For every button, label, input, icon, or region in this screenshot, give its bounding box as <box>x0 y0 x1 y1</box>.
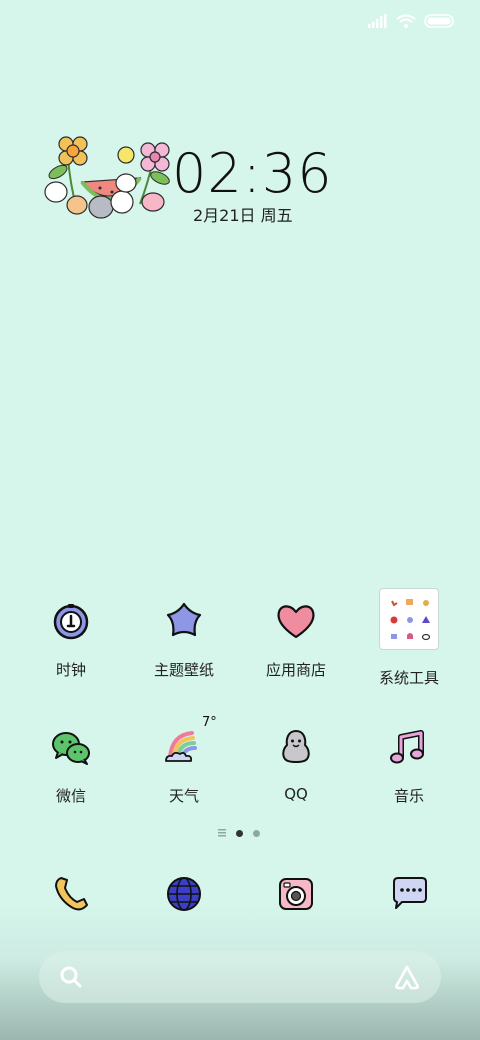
status-bar <box>368 10 454 32</box>
browser-globe-icon <box>167 877 201 911</box>
app-weather[interactable]: 7° 天气 <box>129 715 239 806</box>
app-label: 主题壁纸 <box>153 661 214 679</box>
app-system-tools-folder[interactable]: 系统工具 <box>354 588 464 688</box>
heart-icon <box>277 605 315 639</box>
app-themes[interactable]: 主题壁纸 <box>129 595 239 680</box>
wifi-icon <box>396 14 416 28</box>
wechat-icon <box>52 732 90 765</box>
app-label: 应用商店 <box>265 661 326 679</box>
app-qq[interactable]: QQ <box>241 721 351 803</box>
cute-animals-sticker <box>44 136 170 219</box>
clock-icon <box>53 604 89 640</box>
app-label: 系统工具 <box>378 669 439 687</box>
phone-icon <box>55 877 88 911</box>
dock-phone[interactable] <box>45 868 97 920</box>
menu-lines-icon <box>218 829 226 837</box>
app-label: 时钟 <box>55 661 86 679</box>
clock-date: 2月21日 周五 <box>193 206 293 225</box>
music-note-icon <box>390 730 424 764</box>
app-music[interactable]: 音乐 <box>354 721 464 806</box>
assistant-icon[interactable] <box>393 964 421 990</box>
app-label: QQ <box>284 785 308 803</box>
app-clock[interactable]: 时钟 <box>16 595 126 680</box>
rainbow-cloud-icon <box>165 731 197 762</box>
messages-icon <box>393 877 427 909</box>
app-label: 音乐 <box>393 787 424 805</box>
battery-icon <box>424 14 454 28</box>
page-dot <box>253 829 260 837</box>
search-icon <box>60 966 82 988</box>
penguin-icon <box>282 730 310 763</box>
camera-icon <box>279 878 313 910</box>
app-wechat[interactable]: 微信 <box>16 721 126 806</box>
folder-icon <box>379 588 439 650</box>
clock-widget[interactable]: 02:36 2月21日 周五 <box>40 128 340 228</box>
page-dot-active <box>236 829 243 837</box>
app-label: 天气 <box>168 787 199 805</box>
page-indicator[interactable] <box>218 829 260 837</box>
dock-messages[interactable] <box>383 868 435 920</box>
search-bar[interactable] <box>39 951 441 1003</box>
weather-temperature: 7° <box>202 715 217 730</box>
app-store[interactable]: 应用商店 <box>241 595 351 680</box>
clock-time: 02:36 <box>172 142 333 205</box>
app-label: 微信 <box>55 787 86 805</box>
signal-icon <box>368 14 387 28</box>
dock-camera[interactable] <box>270 868 322 920</box>
star-flower-icon <box>166 602 202 637</box>
dock-browser[interactable] <box>158 868 210 920</box>
